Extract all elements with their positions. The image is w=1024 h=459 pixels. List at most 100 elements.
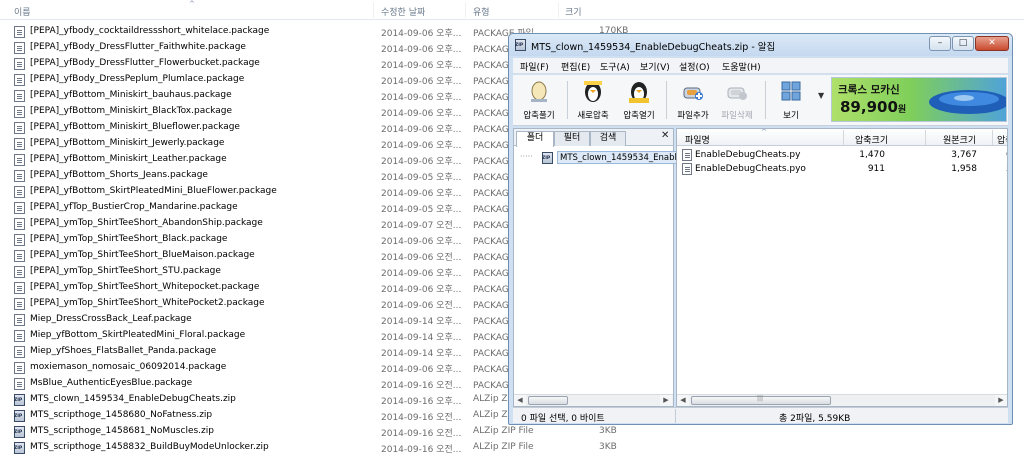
document-icon xyxy=(14,378,25,390)
new-archive-label: 새로압축 xyxy=(577,111,609,121)
column-divider[interactable] xyxy=(843,130,844,145)
tree-root-label: MTS_clown_1459534_EnableDebugCheats.zip xyxy=(557,151,678,164)
minimize-button[interactable]: – xyxy=(929,36,951,51)
file-date: 2014-09-14 오후... xyxy=(381,349,462,359)
delete-file-icon xyxy=(727,87,747,100)
file-date: 2014-09-07 오전... xyxy=(381,221,462,231)
column-name[interactable]: 이름 xyxy=(14,5,31,18)
column-divider[interactable] xyxy=(558,2,559,18)
menu-help[interactable]: 도움말(H) xyxy=(722,60,761,73)
new-archive-button[interactable]: 새로압축 xyxy=(571,77,615,123)
document-icon xyxy=(14,282,25,294)
sort-up-icon: ^ xyxy=(761,128,767,136)
view-grid-icon xyxy=(781,81,801,101)
menu-tools[interactable]: 도구(A) xyxy=(600,60,630,73)
document-icon xyxy=(14,234,25,246)
advertisement-banner[interactable]: 크록스 모카신 89,900원 xyxy=(831,77,1007,122)
column-divider[interactable] xyxy=(465,2,466,18)
egg-extract-icon xyxy=(531,81,547,102)
archive-file-ratio: 5 xyxy=(1006,164,1007,174)
file-date: 2014-09-06 오후... xyxy=(381,141,462,151)
close-icon[interactable]: ✕ xyxy=(661,130,669,141)
file-name: Miep_DressCrossBack_Leaf.package xyxy=(30,314,192,324)
document-icon xyxy=(14,122,25,134)
delete-file-button[interactable]: 파일삭제 xyxy=(715,77,759,123)
title-bar[interactable]: MTS_clown_1459534_EnableDebugCheats.zip … xyxy=(509,34,1012,56)
document-icon xyxy=(682,149,692,161)
add-file-button[interactable]: 파일추가 xyxy=(671,77,715,123)
scroll-left-arrow-icon[interactable]: ◀ xyxy=(514,395,526,406)
menu-edit[interactable]: 편집(E) xyxy=(561,60,590,73)
archive-file-name: EnableDebugCheats.pyo xyxy=(695,164,806,174)
file-date: 2014-09-06 오후... xyxy=(381,125,462,135)
column-divider[interactable] xyxy=(925,130,926,145)
toolbar: 압축풀기 새로압축 압축열기 파일추가 파일삭제 보기 ▼ 크록스 모카신 89… xyxy=(513,75,1008,126)
document-icon xyxy=(14,202,25,214)
file-date: 2014-09-05 오후... xyxy=(381,173,462,183)
archive-file-row[interactable]: EnableDebugCheats.pyo 911 1,958 5 xyxy=(679,162,1007,176)
document-icon xyxy=(14,170,25,182)
menu-settings[interactable]: 설정(O) xyxy=(679,60,710,73)
column-divider[interactable] xyxy=(373,2,374,18)
archive-file-compressed: 1,470 xyxy=(859,150,885,160)
column-modified[interactable]: 수정한 날짜 xyxy=(381,5,425,18)
file-row[interactable]: MTS_scripthoge_1458832_BuildBuyModeUnloc… xyxy=(14,440,1014,456)
alzip-window: MTS_clown_1459534_EnableDebugCheats.zip … xyxy=(508,33,1013,425)
file-name: [PEPA]_yfBody_DressFlutter_Faithwhite.pa… xyxy=(30,42,246,52)
file-date: 2014-09-06 오전... xyxy=(381,301,462,311)
column-type[interactable]: 유형 xyxy=(473,5,490,18)
status-selection: 0 파일 선택, 0 바이트 xyxy=(521,414,605,424)
menu-file[interactable]: 파일(F) xyxy=(520,60,549,73)
scroll-thumb[interactable] xyxy=(528,396,568,405)
file-name: [PEPA]_yfBottom_Miniskirt_BlackTox.packa… xyxy=(30,106,232,116)
file-name: [PEPA]_yfBody_DressPeplum_Plumlace.packa… xyxy=(30,74,245,84)
column-original-size[interactable]: 원본크기 xyxy=(943,133,976,146)
document-icon xyxy=(14,138,25,150)
file-name: [PEPA]_ymTop_ShirtTeeShort_STU.package xyxy=(30,266,221,276)
left-horizontal-scrollbar[interactable]: ◀ ▶ xyxy=(514,394,673,406)
scroll-left-arrow-icon[interactable]: ◀ xyxy=(677,395,689,406)
file-name: [PEPA]_yfBottom_SkirtPleatedMini_BlueFlo… xyxy=(30,186,277,196)
scroll-right-arrow-icon[interactable]: ▶ xyxy=(660,395,672,406)
shoe-image xyxy=(929,90,1006,114)
window-title: MTS_clown_1459534_EnableDebugCheats.zip … xyxy=(531,42,776,53)
chevron-down-icon[interactable]: ▼ xyxy=(818,91,824,100)
close-button[interactable]: ✕ xyxy=(975,36,1009,51)
tab-folder[interactable]: 폴더 xyxy=(516,131,554,147)
tab-filter[interactable]: 필터 xyxy=(554,131,590,146)
file-name: Miep_yfBottom_SkirtPleatedMini_Floral.pa… xyxy=(30,330,246,340)
column-ratio[interactable]: 압축 xyxy=(997,133,1007,146)
penguin-open-archive-icon xyxy=(629,82,649,103)
maximize-button[interactable]: □ xyxy=(952,36,974,51)
open-archive-button[interactable]: 압축열기 xyxy=(617,77,661,123)
file-date: 2014-09-16 오전... xyxy=(381,381,462,391)
folder-pane: 폴더 필터 검색 ✕ ····· MTS_clown_1459534_Enabl… xyxy=(513,128,678,407)
column-filename[interactable]: 파일명 xyxy=(685,133,710,146)
document-icon xyxy=(14,26,25,38)
file-row[interactable]: MTS_scripthoge_1458681_NoMuscles.zip 2014… xyxy=(14,424,1014,440)
document-icon xyxy=(14,218,25,230)
file-date: 2014-09-16 오전... xyxy=(381,429,462,439)
archive-file-row[interactable]: EnableDebugCheats.py 1,470 3,767 6 xyxy=(679,148,1007,162)
column-divider[interactable] xyxy=(992,130,993,145)
scroll-grip-icon: ||| xyxy=(757,395,764,402)
sort-up-icon: ^ xyxy=(189,0,195,8)
view-button[interactable]: 보기 xyxy=(769,77,813,123)
document-icon xyxy=(14,330,25,342)
scroll-right-arrow-icon[interactable]: ▶ xyxy=(995,395,1007,406)
extract-button[interactable]: 압축풀기 xyxy=(517,77,561,123)
file-date: 2014-09-06 오후... xyxy=(381,93,462,103)
document-icon xyxy=(14,58,25,70)
column-compressed-size[interactable]: 압축크기 xyxy=(855,133,888,146)
file-date: 2014-09-06 오후... xyxy=(381,61,462,71)
menu-view[interactable]: 보기(V) xyxy=(640,60,670,73)
tree-root-item[interactable]: ····· MTS_clown_1459534_EnableDebugCheat… xyxy=(520,151,678,165)
add-file-icon xyxy=(683,87,703,100)
file-name: MTS_scripthoge_1458832_BuildBuyModeUnloc… xyxy=(30,442,269,452)
right-horizontal-scrollbar[interactable]: ◀ ||| ▶ xyxy=(677,394,1007,406)
tab-search[interactable]: 검색 xyxy=(590,131,626,146)
file-name: MTS_scripthoge_1458681_NoMuscles.zip xyxy=(30,426,214,436)
menu-bar: 파일(F) 편집(E) 도구(A) 보기(V) 설정(O) 도움말(H) xyxy=(513,58,1008,74)
document-icon xyxy=(14,298,25,310)
column-size[interactable]: 크기 xyxy=(565,5,582,18)
